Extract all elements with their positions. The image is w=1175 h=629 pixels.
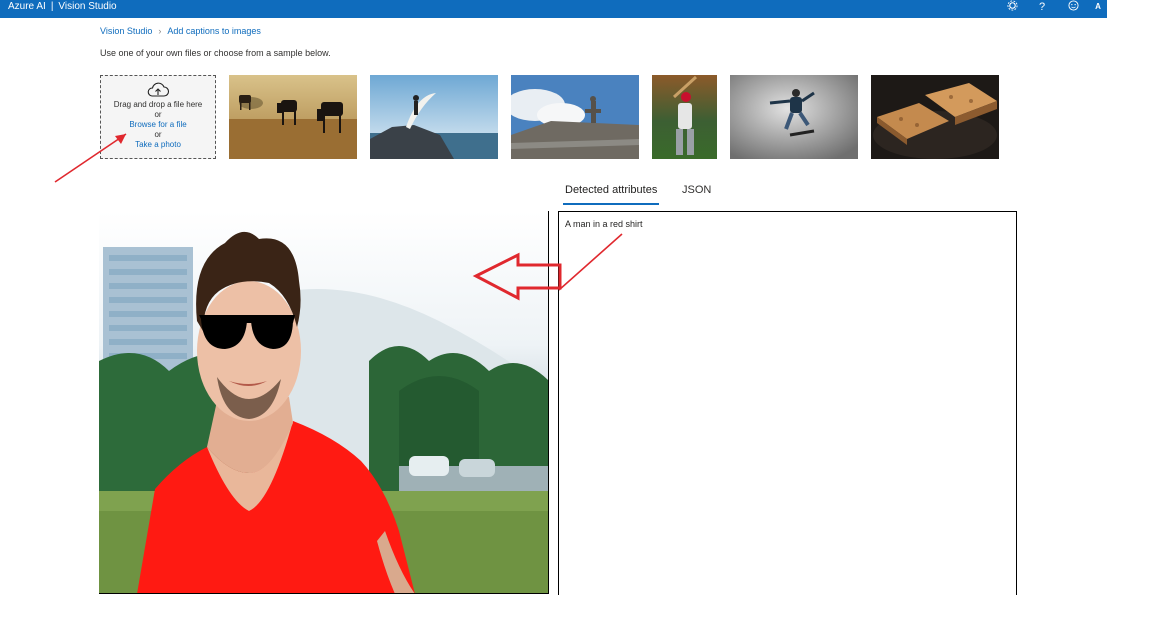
chevron-right-icon: › <box>158 26 162 36</box>
sample-image-sandwiches[interactable] <box>871 75 999 159</box>
breadcrumb-root-link[interactable]: Vision Studio <box>100 26 152 36</box>
breadcrumb-current-link[interactable]: Add captions to images <box>167 26 261 36</box>
browse-file-link[interactable]: Browse for a file <box>101 120 215 130</box>
sample-image-surfer[interactable] <box>370 75 498 159</box>
app-brand[interactable]: Azure AI | Vision Studio <box>8 0 117 14</box>
account-avatar[interactable]: A <box>1090 0 1106 14</box>
upload-dropzone[interactable]: Drag and drop a file here or Browse for … <box>100 75 216 159</box>
sample-image-skateboarder[interactable] <box>730 75 858 159</box>
sample-image-cows[interactable] <box>229 75 357 159</box>
or-text: or <box>154 130 162 139</box>
instruction-text: Use one of your own files or choose from… <box>100 48 331 58</box>
settings-icon[interactable] <box>1004 0 1020 14</box>
sample-image-baseball[interactable] <box>652 75 717 159</box>
brand-separator: | <box>50 1 54 12</box>
brand-name: Azure AI <box>8 1 46 12</box>
breadcrumb: Vision Studio › Add captions to images <box>100 25 261 37</box>
drag-drop-text: Drag and drop a file here <box>113 100 203 109</box>
tab-detected-attributes[interactable]: Detected attributes <box>562 182 660 205</box>
analyzed-photo <box>99 211 548 593</box>
analyzed-image <box>99 211 549 594</box>
top-bar: Azure AI | Vision Studio ? A <box>0 0 1107 18</box>
detected-attributes-panel: A man in a red shirt <box>558 211 1017 595</box>
product-name: Vision Studio <box>58 1 117 12</box>
feedback-icon[interactable] <box>1065 0 1081 14</box>
or-text: or <box>154 110 162 119</box>
sample-image-statues[interactable] <box>511 75 639 159</box>
caption-text: A man in a red shirt <box>565 219 643 229</box>
help-icon[interactable]: ? <box>1034 0 1050 14</box>
cloud-upload-icon <box>147 82 170 97</box>
take-photo-link[interactable]: Take a photo <box>101 140 215 150</box>
tab-json[interactable]: JSON <box>682 182 711 198</box>
